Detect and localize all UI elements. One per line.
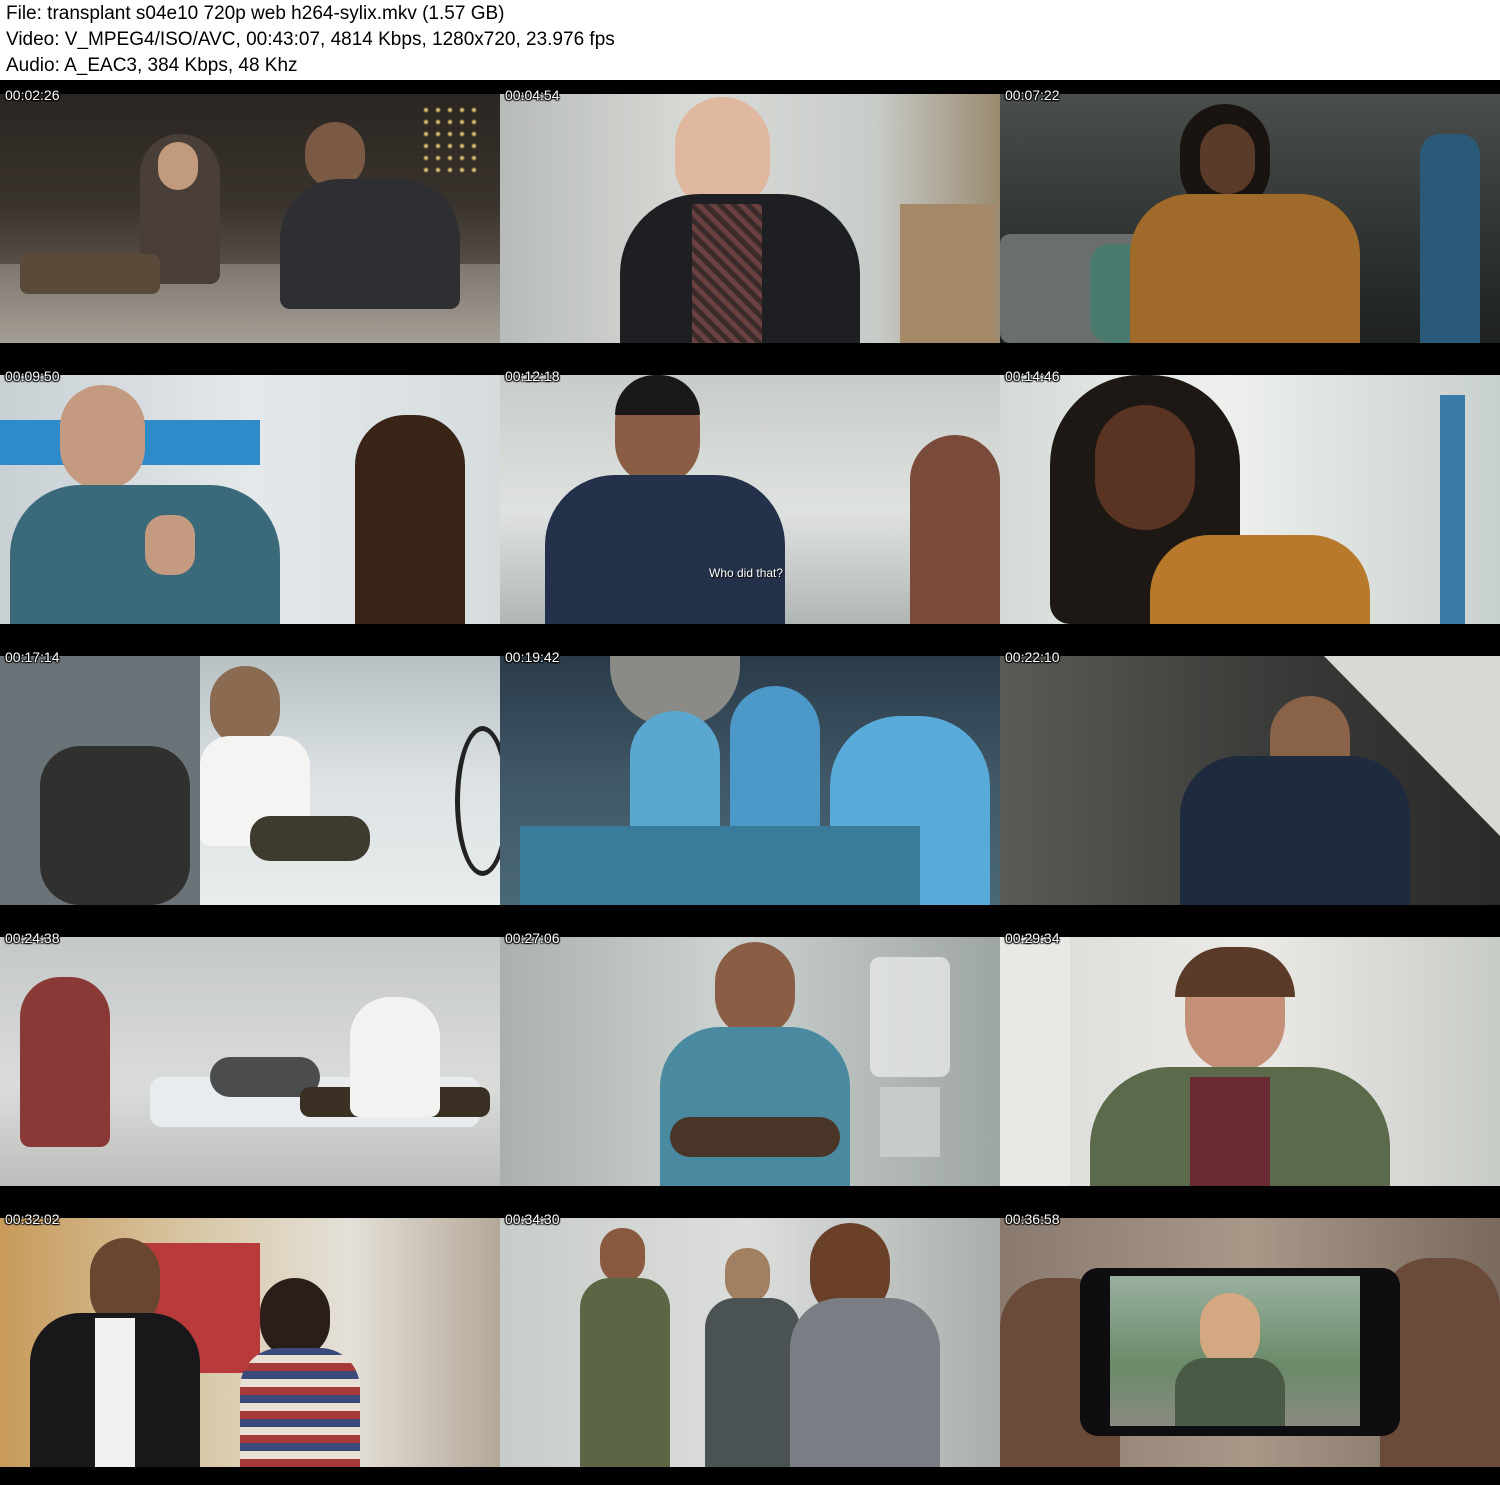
thumbnail-13: 00:32:02	[0, 1204, 500, 1485]
thumbnail-10: 00:24:38	[0, 923, 500, 1204]
thumbnail-grid: 00:02:26 00:04:54 00:07:22 00:09:50 Who …	[0, 80, 1500, 1485]
timestamp: 00:24:38	[5, 930, 60, 946]
thumbnail-3: 00:07:22	[1000, 80, 1500, 361]
frame-er-gurney	[0, 937, 500, 1186]
frame-older-man	[500, 94, 1000, 343]
thumbnail-14: 00:34:30	[500, 1204, 1000, 1485]
frame-kitchen-scene	[0, 94, 500, 343]
timestamp: 00:34:30	[505, 1211, 560, 1227]
timestamp: 00:09:50	[5, 368, 60, 384]
timestamp: 00:07:22	[1005, 87, 1060, 103]
timestamp: 00:29:34	[1005, 930, 1060, 946]
thumbnail-11: 00:27:06	[500, 923, 1000, 1204]
frame-school-hallway	[0, 1218, 500, 1467]
timestamp: 00:04:54	[505, 87, 560, 103]
thumbnail-7: 00:17:14	[0, 642, 500, 923]
frame-woman-phone	[1000, 94, 1500, 343]
thumbnail-4: 00:09:50	[0, 361, 500, 642]
timestamp: 00:19:42	[505, 649, 560, 665]
file-info: File: transplant s04e10 720p web h264-sy…	[6, 3, 505, 24]
media-info-header: File: transplant s04e10 720p web h264-sy…	[0, 0, 1500, 80]
timestamp: 00:02:26	[5, 87, 60, 103]
thumbnail-2: 00:04:54	[500, 80, 1000, 361]
video-info: Video: V_MPEG4/ISO/AVC, 00:43:07, 4814 K…	[6, 29, 615, 50]
frame-tent	[1000, 656, 1500, 905]
timestamp: 00:27:06	[505, 930, 560, 946]
thumbnail-9: 00:22:10	[1000, 642, 1500, 923]
frame-man-pointing	[0, 375, 500, 624]
frame-woman-braids	[1000, 375, 1500, 624]
thumbnail-12: 00:29:34	[1000, 923, 1500, 1204]
frame-phone-video	[1000, 1218, 1500, 1467]
frame-doctor-arms-crossed	[500, 937, 1000, 1186]
frame-surgery	[500, 656, 1000, 905]
audio-info: Audio: A_EAC3, 384 Kbps, 48 Khz	[6, 55, 298, 76]
timestamp: 00:12:18	[505, 368, 560, 384]
frame-nurse-talking	[1000, 937, 1500, 1186]
timestamp: 00:32:02	[5, 1211, 60, 1227]
timestamp: 00:14:46	[1005, 368, 1060, 384]
subtitle-text: Who did that?	[709, 566, 784, 580]
thumbnail-6: 00:14:46	[1000, 361, 1500, 642]
frame-doctor-vest	[500, 375, 1000, 624]
thumbnail-1: 00:02:26	[0, 80, 500, 361]
thumbnail-15: 00:36:58	[1000, 1204, 1500, 1485]
thumbnail-5: Who did that? 00:12:18	[500, 361, 1000, 642]
frame-hallway-floor	[0, 656, 500, 905]
timestamp: 00:36:58	[1005, 1211, 1060, 1227]
thumbnail-8: 00:19:42	[500, 642, 1000, 923]
frame-nurses-station	[500, 1218, 1000, 1467]
timestamp: 00:17:14	[5, 649, 60, 665]
timestamp: 00:22:10	[1005, 649, 1060, 665]
